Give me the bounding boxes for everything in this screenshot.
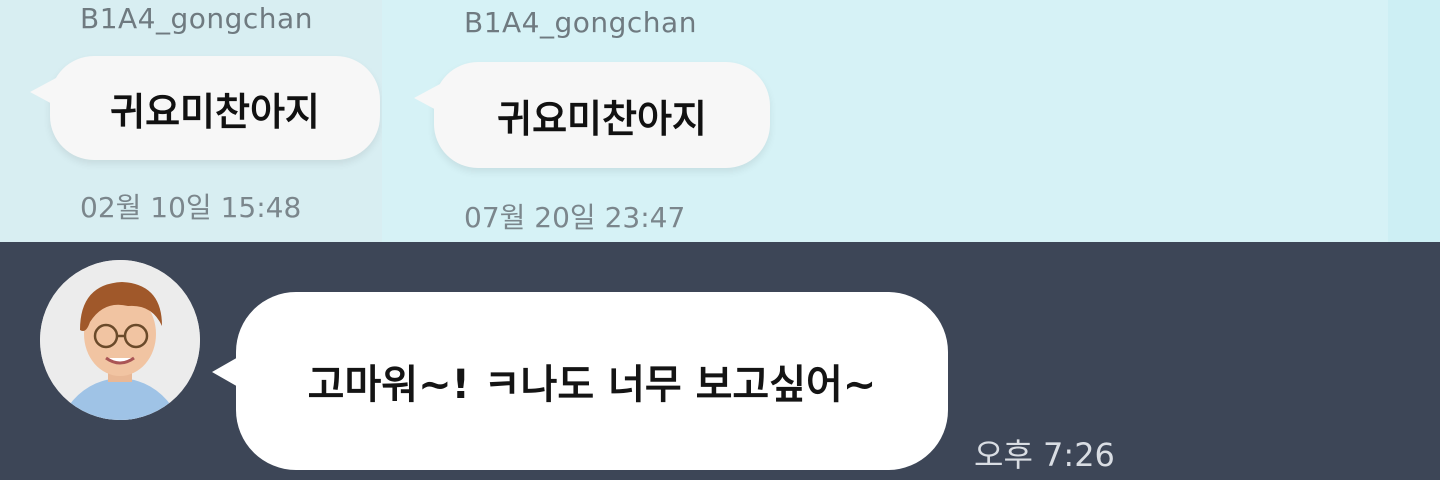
- sender-name: B1A4_gongchan: [464, 6, 697, 39]
- message-timestamp: 02월 10일 15:48: [80, 191, 302, 224]
- message-time: 오후 7:26: [974, 436, 1115, 474]
- message-bubble[interactable]: 귀요미찬아지: [414, 62, 770, 168]
- chat-message-text: 고마워~! ㅋ나도 너무 보고싶어~: [307, 362, 877, 408]
- message-text: 귀요미찬아지: [110, 89, 320, 134]
- bubble-tail: [30, 78, 56, 106]
- bubble-tail: [414, 84, 440, 112]
- message-timestamp: 07월 20일 23:47: [464, 201, 686, 234]
- screen-panel-left: B1A4_gongchan 귀요미찬아지 02월 10일 15:48: [0, 0, 382, 242]
- person-avatar[interactable]: [40, 260, 200, 420]
- chat-message-bubble[interactable]: 고마워~! ㅋ나도 너무 보고싶어~: [212, 292, 948, 470]
- message-text: 귀요미찬아지: [497, 96, 707, 141]
- bubble-tail: [212, 356, 240, 388]
- panel-edge: [1388, 0, 1440, 242]
- message-bubble[interactable]: 귀요미찬아지: [30, 56, 380, 160]
- avatar-portrait-icon: [40, 260, 200, 420]
- sender-name: B1A4_gongchan: [80, 2, 313, 35]
- screen-panel-right: B1A4_gongchan 귀요미찬아지 07월 20일 23:47: [382, 0, 1440, 242]
